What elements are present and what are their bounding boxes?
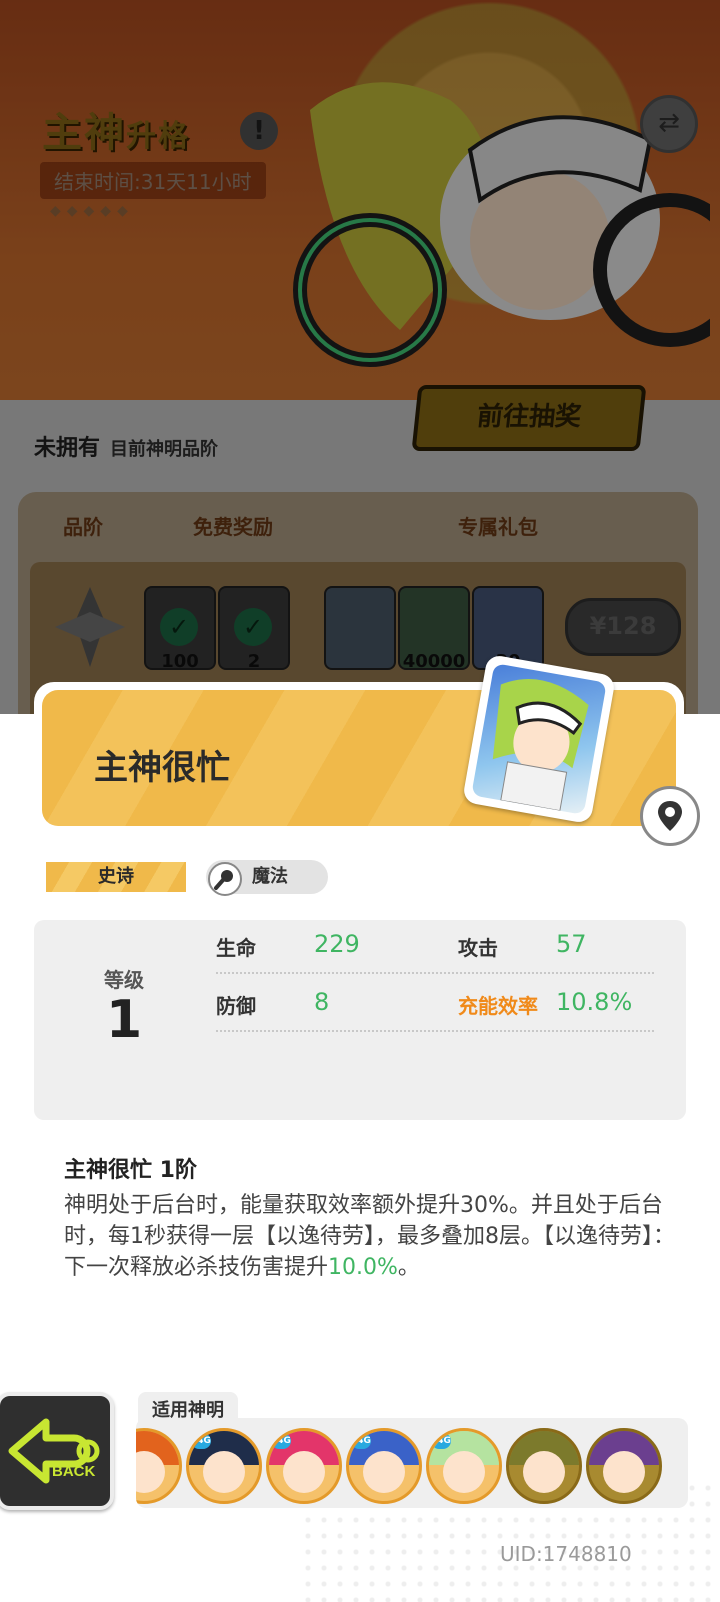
stat-atk-label: 攻击 [458, 936, 498, 960]
god-avatar[interactable]: 14G [426, 1428, 502, 1504]
level-label: 等级 [104, 968, 144, 992]
skill-name: 主神很忙 [94, 748, 230, 788]
skill-desc-title: 主神很忙 1阶 [64, 1158, 197, 1183]
stat-hp-label: 生命 [216, 936, 256, 960]
skill-portrait [461, 653, 617, 825]
stat-row: 防御 8 充能效率 10.8% [216, 978, 654, 1032]
desc-highlight: 10.0% [328, 1255, 398, 1280]
god-avatar-selected[interactable] [506, 1428, 582, 1504]
stat-charge-value: 10.8% [556, 988, 633, 1016]
rarity-tag: 史诗 [46, 862, 186, 892]
skill-name-card: 主神很忙 [34, 653, 684, 832]
user-id: UID:1748810 [500, 1542, 632, 1566]
modal-overlay[interactable] [0, 0, 720, 730]
map-pin-icon [658, 801, 682, 831]
element-label: 魔法 [252, 866, 288, 887]
stat-def-label: 防御 [216, 994, 256, 1018]
svg-text:BACK: BACK [52, 1463, 95, 1480]
applicable-gods-bar: 14G 14G 14G 14G [136, 1418, 688, 1508]
locate-pin-button[interactable] [640, 786, 700, 846]
character-icon [492, 679, 589, 812]
stat-hp-value: 229 [314, 930, 360, 958]
god-avatar[interactable]: 14G [346, 1428, 422, 1504]
back-arrow-icon: BACK [8, 1418, 100, 1484]
skill-description: 神明处于后台时，能量获取效率额外提升30%。并且处于后台时，每1秒获得一层【以逸… [64, 1193, 675, 1280]
stat-row: 生命 229 攻击 57 [216, 920, 654, 974]
element-tag: 魔法 [206, 860, 328, 896]
magic-icon [208, 862, 242, 896]
stat-def-value: 8 [314, 988, 330, 1016]
stats-panel: 等级 1 生命 229 攻击 57 防御 8 充能效率 10.8% [34, 920, 686, 1120]
god-avatar[interactable] [136, 1428, 182, 1504]
level-value: 1 [106, 990, 143, 1050]
god-avatar[interactable]: 14G [266, 1428, 342, 1504]
god-avatar[interactable] [586, 1428, 662, 1504]
god-avatar[interactable]: 14G [186, 1428, 262, 1504]
stat-charge-label: 充能效率 [458, 994, 538, 1018]
stat-atk-value: 57 [556, 930, 587, 958]
back-button[interactable]: BACK [0, 1392, 114, 1510]
